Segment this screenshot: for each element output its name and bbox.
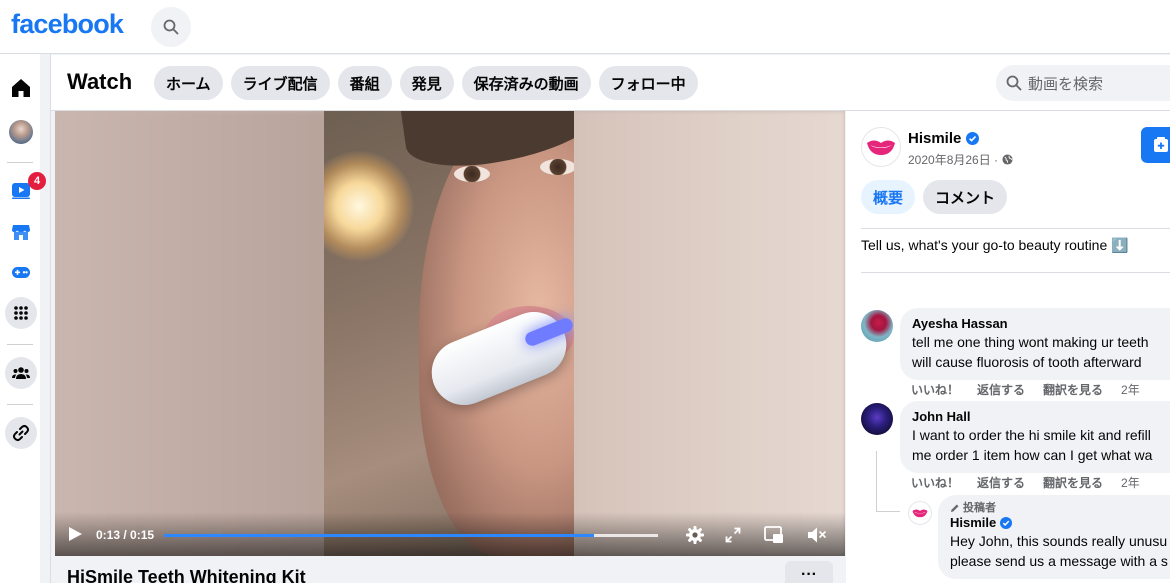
tab-following[interactable]: フォロー中 — [598, 66, 698, 100]
more-icon: ··· — [801, 566, 817, 583]
comment-text: me order 1 item how can I get what wa — [912, 447, 1153, 463]
comment-age[interactable]: 2年 — [1121, 381, 1140, 398]
hismile-logo-icon — [867, 140, 895, 155]
pip-button[interactable] — [763, 524, 785, 546]
page-avatar[interactable] — [861, 127, 901, 167]
comment-text: I want to order the hi smile kit and ref… — [912, 427, 1151, 443]
divider — [861, 272, 1170, 273]
home-button[interactable] — [5, 72, 37, 104]
comment-text: will cause fluorosis of tooth afterward — [912, 354, 1142, 370]
tab-explore[interactable]: 発見 — [399, 66, 454, 100]
search-placeholder: 動画を検索 — [1028, 75, 1104, 93]
post-details-panel: Hismile 2020年8月26日 · 概要 コメント Tell us, wh… — [846, 111, 1170, 583]
avatar — [9, 120, 33, 144]
comment-text: Hey John, this sounds really unusu — [950, 533, 1168, 549]
link-button[interactable] — [5, 417, 37, 449]
like-link[interactable]: いいね！ — [911, 474, 959, 491]
tab-comments[interactable]: コメント — [923, 180, 1008, 214]
tab-shows[interactable]: 番組 — [337, 66, 392, 100]
comment-text: tell me one thing wont making ur teeth — [912, 334, 1149, 350]
comment-age[interactable]: 2年 — [1121, 474, 1140, 491]
reply-bubble: 投稿者 Hismile Hey John, this sounds really… — [938, 495, 1170, 579]
reply-link[interactable]: 返信する — [977, 381, 1025, 398]
comment-author[interactable]: Ayesha Hassan — [912, 316, 1170, 332]
mute-button[interactable] — [806, 524, 828, 546]
comment-actions: いいね！ 返信する 翻訳を見る 2年 — [911, 474, 1140, 491]
verified-icon — [1000, 517, 1013, 529]
hismile-logo-icon — [912, 509, 928, 518]
tab-home[interactable]: ホーム — [154, 66, 223, 100]
gear-icon — [686, 526, 704, 544]
video-player[interactable]: 0:13 / 0:15 — [55, 111, 845, 556]
rail-divider — [7, 162, 33, 163]
avatar[interactable] — [908, 501, 932, 525]
reply-thread-line — [876, 451, 877, 511]
reply-thread-line — [876, 511, 900, 512]
video-search-input[interactable]: 動画を検索 — [996, 65, 1170, 101]
reply-author[interactable]: Hismile — [950, 515, 1170, 531]
profile-button[interactable] — [5, 116, 37, 148]
shop-icon — [12, 225, 30, 240]
video-controls: 0:13 / 0:15 — [55, 512, 845, 556]
tab-summary[interactable]: 概要 — [861, 180, 916, 214]
add-page-icon — [1154, 137, 1168, 152]
comment-bubble: Ayesha Hassan tell me one thing wont mak… — [900, 308, 1170, 380]
comment-author[interactable]: John Hall — [912, 409, 1170, 425]
avatar[interactable] — [861, 310, 893, 342]
translate-link[interactable]: 翻訳を見る — [1043, 474, 1103, 491]
play-icon[interactable] — [69, 527, 82, 541]
search-button[interactable] — [151, 7, 191, 47]
progress-fill — [164, 534, 594, 537]
comment-text: please send us a message with a s — [950, 553, 1168, 569]
time-display: 0:13 / 0:15 — [96, 528, 155, 542]
tab-live[interactable]: ライブ配信 — [230, 66, 330, 100]
page-name[interactable]: Hismile — [908, 130, 980, 147]
expand-icon — [725, 527, 741, 543]
watch-tabs: ホーム ライブ配信 番組 発見 保存済みの動画 フォロー中 — [154, 66, 698, 100]
grid-icon — [14, 306, 28, 320]
rail-divider — [7, 344, 33, 345]
groups-button[interactable] — [5, 357, 37, 389]
watch-header: Watch ホーム ライブ配信 番組 発見 保存済みの動画 フォロー中 動画を検… — [51, 55, 1170, 111]
translate-link[interactable]: 翻訳を見る — [1043, 381, 1103, 398]
fullscreen-button[interactable] — [722, 524, 744, 546]
video-title[interactable]: HiSmile Teeth Whitening Kit — [67, 567, 306, 583]
comment-actions: いいね！ 返信する 翻訳を見る 2年 — [911, 381, 1140, 398]
picture-in-picture-icon — [764, 526, 783, 543]
search-icon — [1006, 75, 1022, 91]
search-icon — [163, 19, 179, 35]
all-apps-button[interactable] — [5, 297, 37, 329]
rail-divider — [7, 404, 33, 405]
people-icon — [12, 367, 30, 379]
post-date: 2020年8月26日 · — [908, 151, 1013, 168]
settings-button[interactable] — [684, 524, 706, 546]
page-title: Watch — [67, 69, 133, 94]
progress-bar[interactable] — [164, 534, 658, 537]
more-options-button[interactable]: ··· — [785, 561, 833, 583]
video-frame — [324, 111, 574, 556]
gaming-button[interactable] — [5, 256, 37, 288]
like-link[interactable]: いいね！ — [911, 381, 959, 398]
top-bar: facebook — [0, 0, 1170, 54]
left-rail — [0, 54, 40, 583]
marketplace-button[interactable] — [5, 216, 37, 248]
avatar[interactable] — [861, 403, 893, 435]
home-icon — [12, 79, 30, 97]
rail-border — [50, 54, 51, 583]
reply-link[interactable]: 返信する — [977, 474, 1025, 491]
volume-muted-icon — [808, 527, 826, 543]
follow-button[interactable] — [1141, 127, 1170, 163]
link-icon — [12, 424, 30, 442]
divider — [861, 228, 1170, 229]
tab-saved-videos[interactable]: 保存済みの動画 — [461, 66, 591, 100]
notification-badge: 4 — [28, 172, 46, 190]
post-caption: Tell us, what's your go-to beauty routin… — [861, 237, 1129, 253]
verified-icon — [966, 132, 980, 145]
author-tag: 投稿者 — [950, 501, 1170, 515]
globe-icon — [1002, 154, 1013, 165]
pencil-icon — [951, 504, 959, 512]
gamepad-icon — [12, 267, 30, 278]
comment-bubble: John Hall I want to order the hi smile k… — [900, 401, 1170, 473]
facebook-logo[interactable]: facebook — [11, 9, 124, 40]
